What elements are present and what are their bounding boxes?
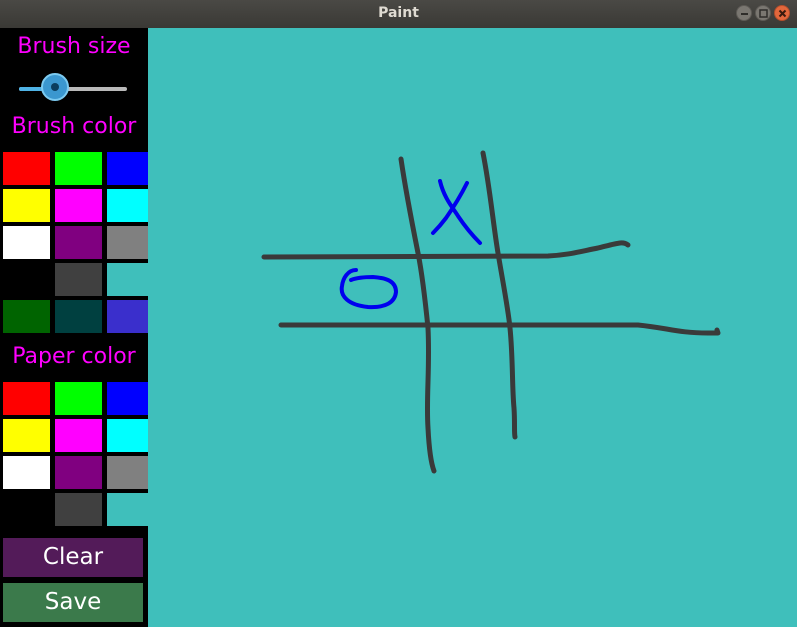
mark-x — [431, 179, 482, 245]
brush-size-label: Brush size — [17, 34, 131, 59]
brush-color-swatch-10[interactable] — [3, 263, 50, 296]
paper-color-swatch-2[interactable] — [55, 382, 102, 415]
brush-color-swatch-15[interactable] — [107, 300, 154, 333]
paper-color-swatch-10[interactable] — [3, 493, 50, 526]
grid-line-vertical-right — [480, 150, 518, 440]
brush-color-swatch-2[interactable] — [55, 152, 102, 185]
close-icon — [778, 9, 787, 18]
close-button[interactable] — [774, 5, 790, 21]
mark-o — [339, 268, 398, 310]
brush-color-label: Brush color — [11, 114, 137, 139]
brush-color-swatch-13[interactable] — [3, 300, 50, 333]
paper-color-swatch-9[interactable] — [107, 456, 154, 489]
drawing-canvas[interactable] — [148, 28, 797, 627]
maximize-icon — [759, 9, 768, 18]
paper-color-swatch-3[interactable] — [107, 382, 154, 415]
tool-panel: Brush size Brush color Paper color Clear… — [0, 28, 154, 627]
brush-color-swatch-8[interactable] — [55, 226, 102, 259]
window-title: Paint — [378, 5, 419, 21]
brush-color-swatch-4[interactable] — [3, 189, 50, 222]
brush-color-swatch-12[interactable] — [107, 263, 154, 296]
paper-color-swatch-1[interactable] — [3, 382, 50, 415]
brush-color-swatch-5[interactable] — [55, 189, 102, 222]
paper-color-swatch-5[interactable] — [55, 419, 102, 452]
brush-size-slider-handle[interactable] — [40, 73, 69, 101]
brush-color-swatch-1[interactable] — [3, 152, 50, 185]
brush-color-swatch-3[interactable] — [107, 152, 154, 185]
minimize-icon — [741, 13, 748, 15]
grid-line-horizontal-top — [261, 240, 631, 260]
grid-line-horizontal-bottom — [278, 322, 721, 336]
brush-color-swatch-7[interactable] — [3, 226, 50, 259]
clear-button[interactable]: Clear — [3, 538, 143, 577]
paper-color-swatch-12[interactable] — [107, 493, 154, 526]
grid-line-vertical-left — [398, 156, 437, 474]
paper-color-swatch-6[interactable] — [107, 419, 154, 452]
save-button[interactable]: Save — [3, 583, 143, 622]
paper-color-swatch-8[interactable] — [55, 456, 102, 489]
paper-color-swatch-11[interactable] — [55, 493, 102, 526]
minimize-button[interactable] — [736, 5, 752, 21]
brush-color-swatch-11[interactable] — [55, 263, 102, 296]
paper-color-swatch-4[interactable] — [3, 419, 50, 452]
maximize-button[interactable] — [755, 5, 771, 21]
paper-color-swatch-7[interactable] — [3, 456, 50, 489]
drawing-layer — [261, 150, 721, 474]
paper-color-label: Paper color — [12, 344, 136, 369]
brush-color-swatch-14[interactable] — [55, 300, 102, 333]
brush-color-swatch-6[interactable] — [107, 189, 154, 222]
title-bar: Paint — [0, 0, 797, 28]
slider-handle-dot — [50, 83, 59, 91]
brush-color-swatch-9[interactable] — [107, 226, 154, 259]
